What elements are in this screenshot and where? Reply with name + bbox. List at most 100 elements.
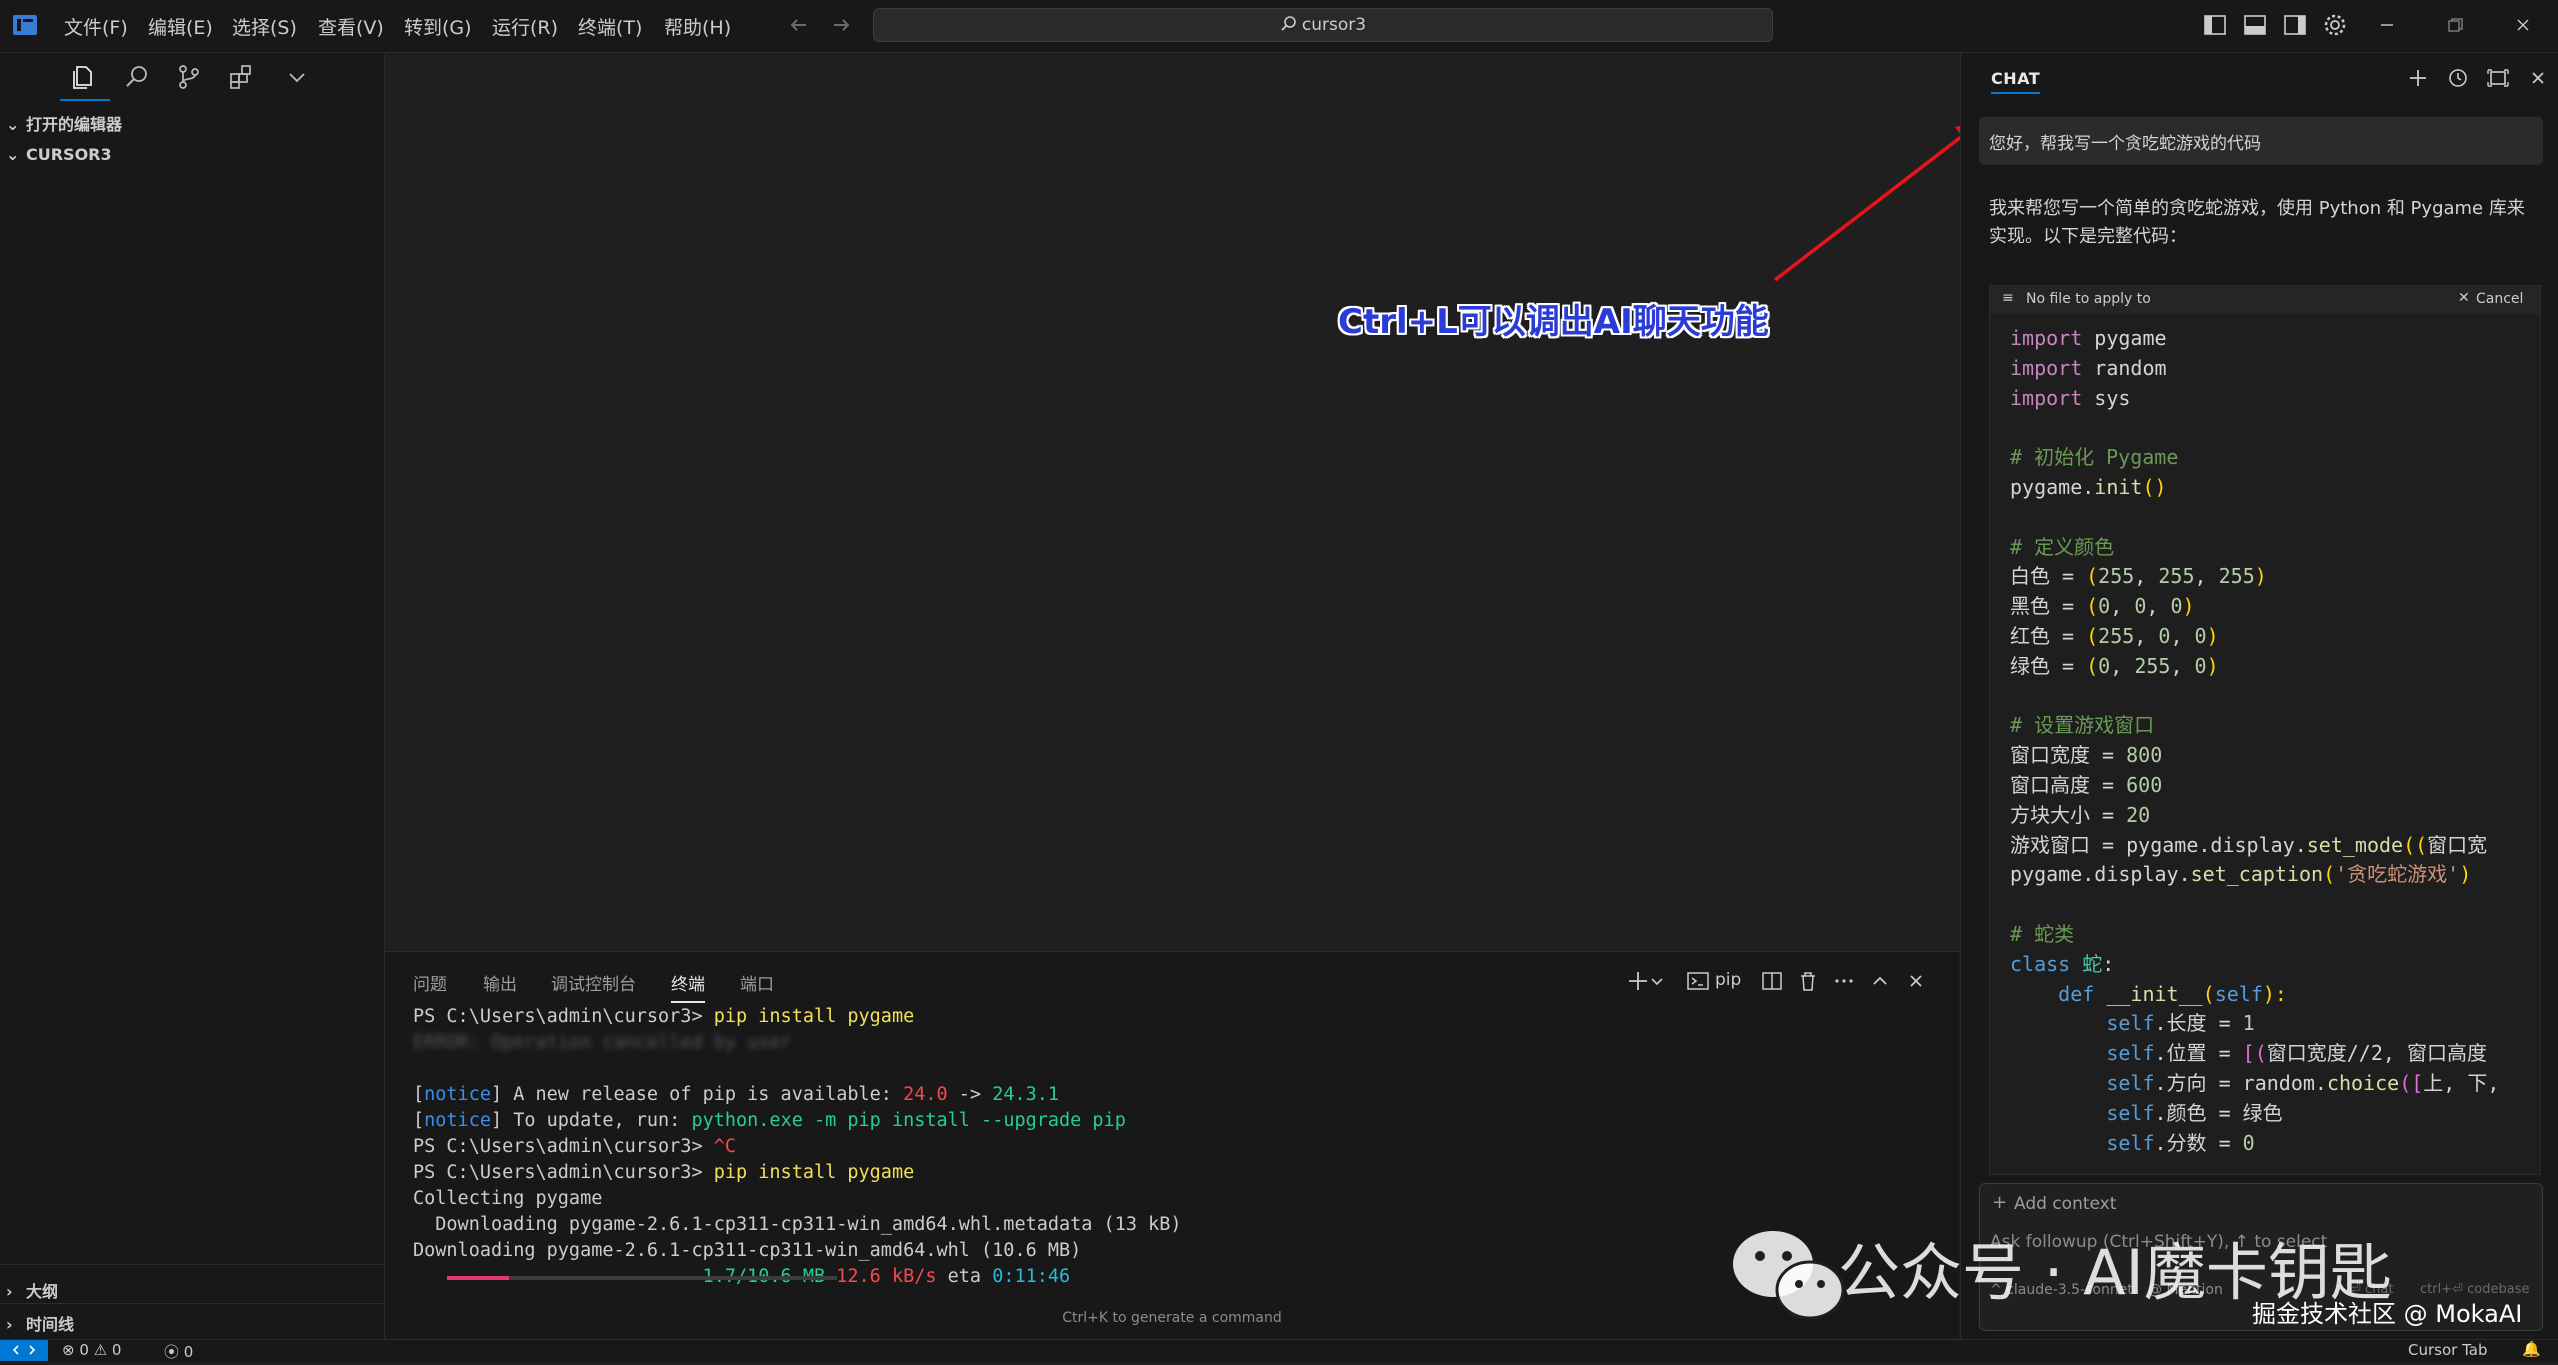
error-count: 0 [79, 1341, 89, 1359]
code-token: ) [2206, 623, 2219, 648]
toggle-panel-icon[interactable] [2242, 12, 2268, 38]
progress-eta: 0:11:46 [992, 1266, 1071, 1287]
ai-response-text: 我来帮您写一个简单的贪吃蛇游戏，使用 Python 和 Pygame 库来实现。… [1989, 198, 2525, 247]
close-panel-icon[interactable] [1903, 968, 1929, 994]
restore-icon[interactable] [2442, 12, 2468, 38]
code-number: 0 [2194, 623, 2207, 648]
code-number: 255 [2098, 564, 2135, 589]
menu-edit[interactable]: 编辑(E) [148, 13, 213, 40]
code-content: import pygame import random import sys #… [2010, 324, 2499, 1158]
code-block[interactable]: ≡ No file to apply to ✕ Cancel import py… [1989, 285, 2541, 1175]
cursor-tab-status[interactable]: Cursor Tab [2408, 1341, 2487, 1359]
warning-count: 0 [111, 1341, 122, 1359]
new-terminal-plus-icon[interactable] [1625, 968, 1651, 994]
divider [0, 1303, 384, 1304]
sidebar: ⌄ 打开的编辑器 ⌄ CURSOR3 › 大纲 › 时间线 [0, 53, 385, 1339]
code-number: 0 [2170, 594, 2183, 619]
menu-file[interactable]: 文件(F) [64, 13, 128, 40]
code-token: ( [2086, 623, 2099, 648]
notice-text: A new release of pip is available: [502, 1084, 904, 1105]
code-token: .分数 = [2154, 1130, 2243, 1155]
bell-icon[interactable]: 🔔 [2522, 1340, 2541, 1358]
tab-ports[interactable]: 端口 [740, 970, 774, 995]
code-keyword: class [2010, 951, 2071, 976]
terminal-icon [1687, 972, 1709, 990]
menu-selection[interactable]: 选择(S) [232, 13, 297, 40]
menu-terminal[interactable]: 终端(T) [578, 13, 642, 40]
add-context-button[interactable]: Add context [2014, 1194, 2116, 1214]
ctrl-c: ^C [713, 1136, 737, 1157]
terminal-line: Collecting pygame [413, 1188, 603, 1209]
tab-problems[interactable]: 问题 [413, 970, 447, 995]
maximize-panel-chevron-up-icon[interactable] [1867, 968, 1893, 994]
terminal-prompt: PS C:\Users\admin\cursor3> [413, 1136, 714, 1157]
remote-indicator[interactable] [0, 1340, 48, 1361]
close-icon[interactable]: ✕ [2458, 290, 2470, 306]
code-token: 上, 下, [2423, 1070, 2500, 1095]
code-token: ( [2202, 981, 2215, 1006]
folder-cursor3-section[interactable]: ⌄ CURSOR3 [6, 145, 112, 164]
user-message[interactable]: 您好，帮我写一个贪吃蛇游戏的代码 [1979, 117, 2543, 165]
version-arrow: -> [947, 1084, 993, 1105]
chevron-down-icon: ⌄ [6, 115, 20, 134]
menu-go[interactable]: 转到(G) [404, 13, 472, 40]
blurred-line: ERROR: Operation cancelled by user [413, 1032, 792, 1053]
new-chat-plus-icon[interactable] [2405, 65, 2431, 91]
chevron-down-icon[interactable] [1649, 968, 1665, 994]
chevron-down-icon[interactable] [282, 62, 312, 92]
code-token: ) [2459, 862, 2472, 887]
code-comment: # 初始化 Pygame [2010, 445, 2179, 470]
maximize-chat-icon[interactable] [2485, 65, 2511, 91]
apply-file-label: No file to apply to [2026, 291, 2151, 307]
split-terminal-icon[interactable] [1759, 968, 1785, 994]
extensions-icon[interactable] [226, 62, 256, 92]
error-icon: ⊗ [62, 1341, 75, 1359]
code-token: 方块大小 = [2010, 802, 2127, 827]
code-token: choice [2326, 1070, 2400, 1095]
cursor-logo-icon [13, 15, 37, 35]
code-number: 255 [2098, 623, 2135, 648]
outline-section[interactable]: › 大纲 [6, 1278, 58, 1302]
search-icon[interactable] [122, 62, 152, 92]
toggle-secondary-sidebar-icon[interactable] [2282, 12, 2308, 38]
add-context-plus-icon[interactable]: + [1992, 1192, 2007, 1213]
remote-icon [12, 1345, 36, 1355]
trash-icon[interactable] [1795, 968, 1821, 994]
code-token: import [2010, 385, 2083, 410]
close-window-icon[interactable] [2510, 12, 2536, 38]
cancel-button[interactable]: Cancel [2476, 291, 2523, 307]
tab-output[interactable]: 输出 [483, 970, 517, 995]
close-chat-icon[interactable] [2525, 65, 2551, 91]
explorer-files-icon[interactable] [68, 62, 98, 92]
tab-terminal[interactable]: 终端 [671, 970, 705, 1003]
problems-counter[interactable]: ⊗ 0 ⚠ 0 [62, 1341, 121, 1359]
terminal-prompt: PS C:\Users\admin\cursor3> [413, 1162, 714, 1183]
timeline-section[interactable]: › 时间线 [6, 1311, 74, 1335]
code-number: 255 [2158, 564, 2195, 589]
source-control-icon[interactable] [174, 62, 204, 92]
menu-run[interactable]: 运行(R) [492, 13, 558, 40]
history-icon[interactable] [2445, 65, 2471, 91]
terminal-profile-label[interactable]: pip [1715, 970, 1741, 990]
toggle-sidebar-icon[interactable] [2202, 12, 2228, 38]
notice-tag: notice [424, 1084, 491, 1105]
command-center-search[interactable]: cursor3 [873, 8, 1773, 42]
back-arrow-icon[interactable] [786, 12, 812, 38]
open-editors-section[interactable]: ⌄ 打开的编辑器 [6, 111, 122, 135]
menu-view[interactable]: 查看(V) [318, 13, 384, 40]
active-indicator [60, 99, 110, 101]
terminal-command: pip install pygame [713, 1162, 915, 1183]
code-token: ( [2086, 564, 2099, 589]
menu-help[interactable]: 帮助(H) [664, 13, 731, 40]
code-token: (( [2403, 832, 2428, 857]
more-options-icon[interactable] [1831, 968, 1857, 994]
chat-tab[interactable]: CHAT [1991, 69, 2041, 94]
ports-counter[interactable]: ⦿ 0 [164, 1341, 193, 1362]
editor-area[interactable] [385, 53, 1959, 950]
title-bar: 文件(F) 编辑(E) 选择(S) 查看(V) 转到(G) 运行(R) 终端(T… [0, 0, 2558, 53]
settings-gear-icon[interactable] [2322, 12, 2348, 38]
minimize-icon[interactable] [2374, 12, 2400, 38]
forward-arrow-icon[interactable] [828, 12, 854, 38]
tab-debug-console[interactable]: 调试控制台 [551, 970, 636, 995]
terminal-output[interactable]: PS C:\Users\admin\cursor3> pip install p… [413, 1004, 1182, 1290]
